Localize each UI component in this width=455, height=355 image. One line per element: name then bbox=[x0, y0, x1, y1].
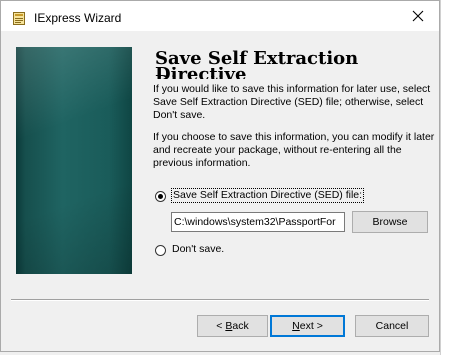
iexpress-wizard-window: IExpress Wizard Save Self Extraction Dir… bbox=[0, 0, 440, 352]
dont-save-label[interactable]: Don't save. bbox=[172, 243, 224, 256]
save-sed-radio[interactable] bbox=[155, 191, 166, 202]
close-icon bbox=[412, 10, 424, 22]
dont-save-radio[interactable] bbox=[155, 245, 166, 256]
page-title-overflow: Directive bbox=[155, 67, 247, 79]
button-separator bbox=[11, 299, 429, 301]
window-title: IExpress Wizard bbox=[34, 11, 122, 25]
title-bar[interactable]: IExpress Wizard bbox=[1, 1, 439, 31]
wizard-client-area: Save Self Extraction Directive Directive… bbox=[1, 31, 439, 351]
radio-selected-dot bbox=[158, 194, 163, 199]
save-sed-label[interactable]: Save Self Extraction Directive (SED) fil… bbox=[170, 188, 365, 203]
window-shadow bbox=[440, 0, 441, 355]
sed-file-path-input[interactable]: C:\windows\system32\PassportFor bbox=[171, 212, 345, 232]
cancel-button[interactable]: Cancel bbox=[355, 315, 429, 337]
iexpress-icon[interactable] bbox=[13, 12, 25, 25]
back-button[interactable]: < Back bbox=[197, 315, 268, 337]
wizard-banner-image bbox=[16, 47, 132, 274]
description-paragraph-2: If you choose to save this information, … bbox=[153, 131, 435, 169]
description-paragraph-1: If you would like to save this informati… bbox=[153, 83, 431, 121]
browse-button[interactable]: Browse bbox=[352, 211, 428, 233]
background-strip bbox=[440, 0, 455, 355]
next-button[interactable]: Next > bbox=[270, 315, 345, 337]
close-button[interactable] bbox=[399, 1, 439, 31]
